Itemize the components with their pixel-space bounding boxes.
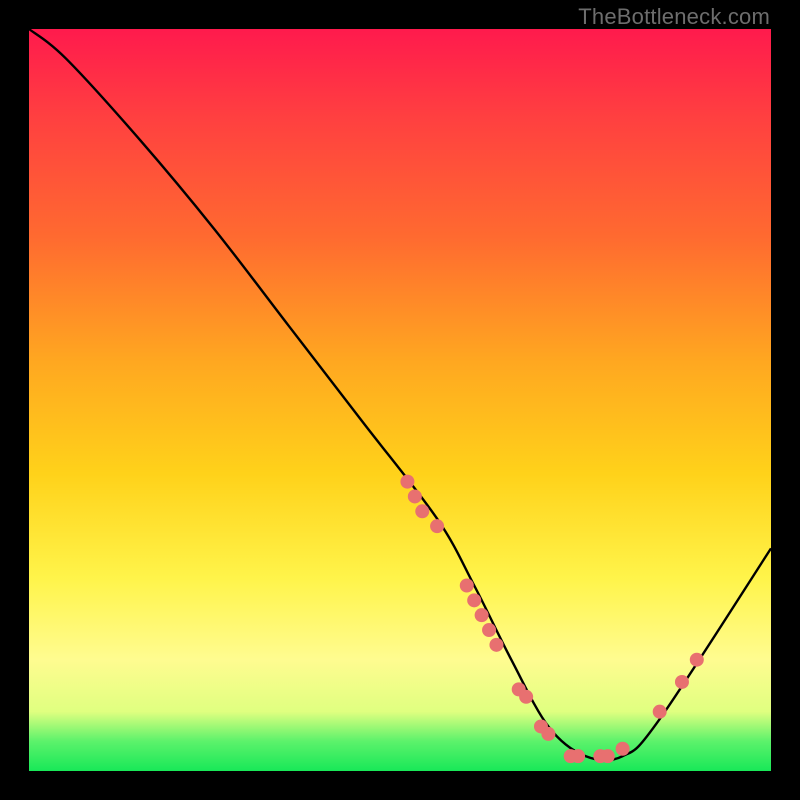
sample-point: [400, 475, 414, 489]
sample-point: [690, 653, 704, 667]
sample-point: [616, 742, 630, 756]
bottleneck-curve: [29, 29, 771, 760]
attribution-text: TheBottleneck.com: [578, 4, 770, 30]
sample-point: [460, 579, 474, 593]
sample-point: [415, 504, 429, 518]
sample-point: [601, 749, 615, 763]
sample-point: [475, 608, 489, 622]
sample-point: [482, 623, 496, 637]
sample-point: [467, 593, 481, 607]
sample-point: [675, 675, 689, 689]
chart-svg: [29, 29, 771, 771]
sample-point: [571, 749, 585, 763]
sample-point: [541, 727, 555, 741]
sample-point: [653, 705, 667, 719]
sample-point: [519, 690, 533, 704]
sample-point: [430, 519, 444, 533]
sample-point: [408, 489, 422, 503]
chart-frame: [29, 29, 771, 771]
sample-point: [489, 638, 503, 652]
